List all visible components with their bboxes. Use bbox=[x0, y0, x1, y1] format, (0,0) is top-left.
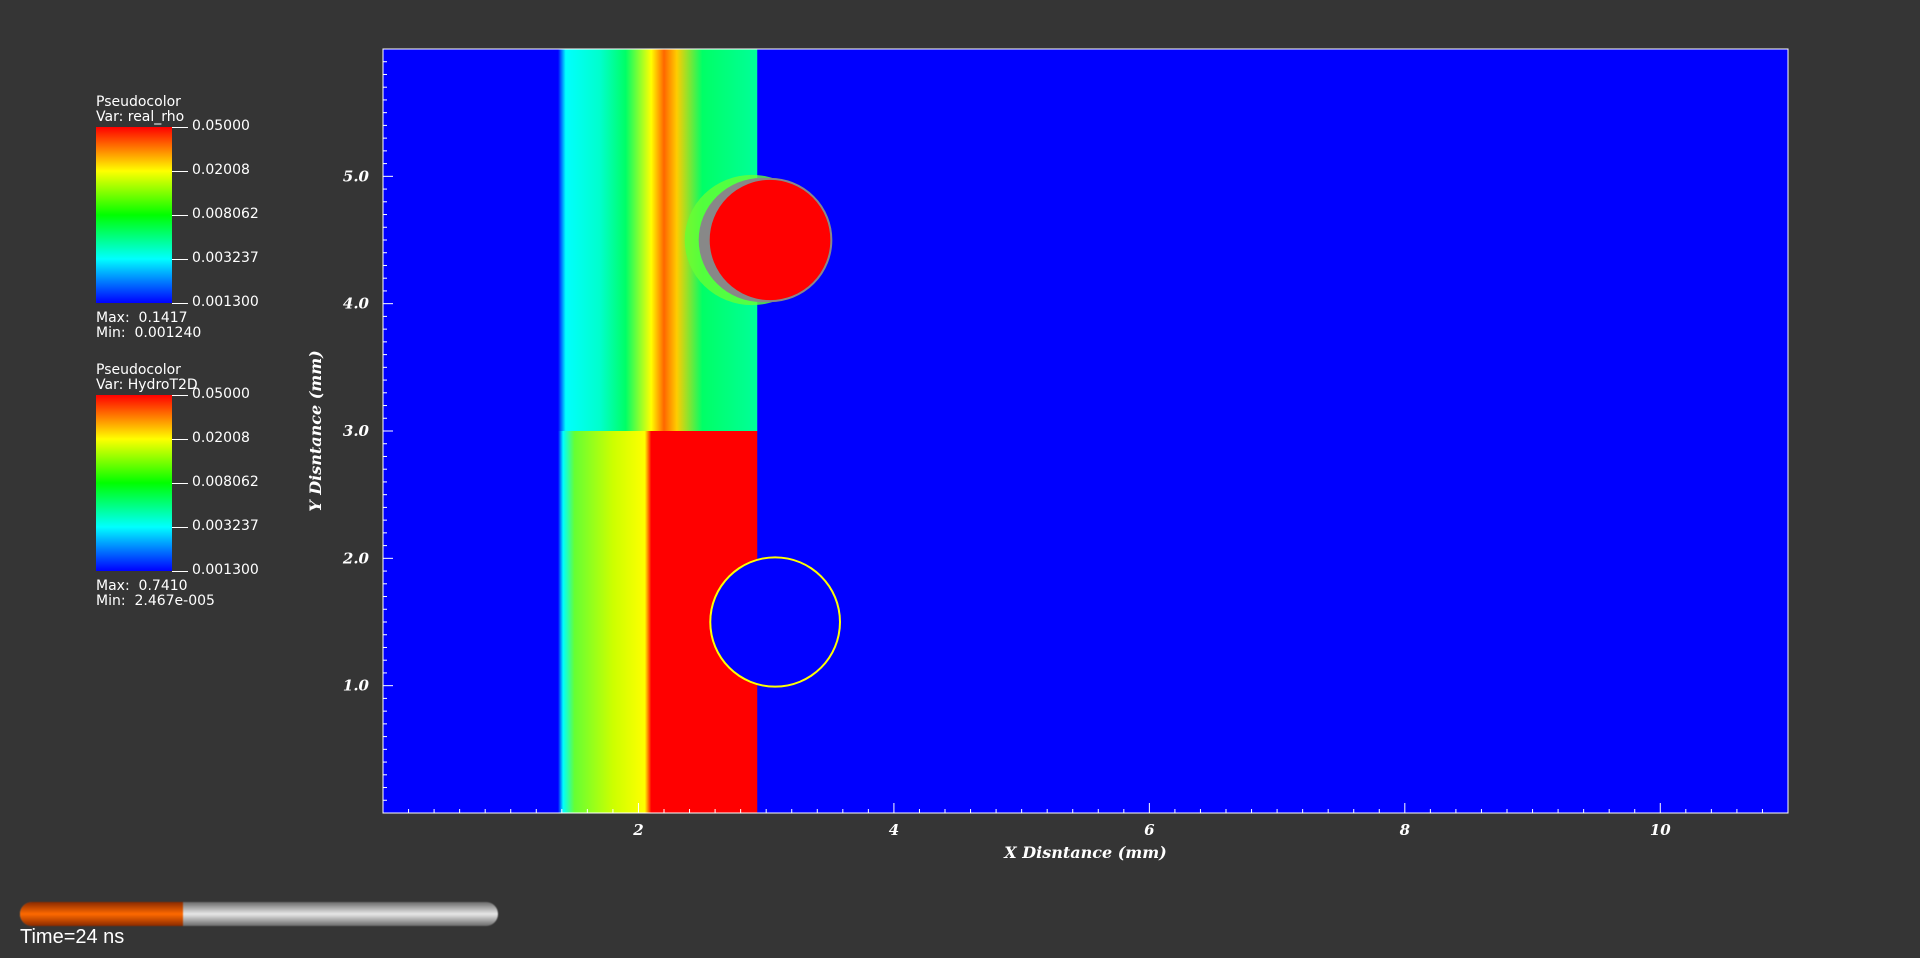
y-tick-label: 4.0 bbox=[343, 295, 370, 313]
y-tick-label: 5.0 bbox=[343, 167, 370, 185]
y-tick-label: 2.0 bbox=[342, 549, 370, 567]
plot-area bbox=[383, 49, 1788, 813]
x-tick-label: 2 bbox=[632, 821, 643, 839]
time-label: Time=24 ns bbox=[20, 926, 125, 948]
x-axis-title: X Disntance (mm) bbox=[1003, 843, 1166, 862]
cavity bbox=[711, 558, 839, 686]
y-tick-label: 1.0 bbox=[343, 677, 370, 695]
droplet bbox=[707, 177, 833, 303]
time-progress-bar bbox=[20, 902, 498, 926]
x-tick-label: 10 bbox=[1650, 821, 1671, 839]
x-tick-label: 6 bbox=[1144, 821, 1155, 839]
y-tick-label: 3.0 bbox=[343, 422, 370, 440]
y-axis-title: Y Disntance (mm) bbox=[306, 350, 325, 511]
x-tick-label: 4 bbox=[889, 821, 899, 839]
x-tick-label: 8 bbox=[1400, 821, 1411, 839]
plot-canvas[interactable]: 2 4 6 8 10 1.0 2.0 3.0 4.0 5.0 X Disntance (mm) Y D… bbox=[0, 0, 1920, 958]
time-progress-fill bbox=[20, 902, 183, 926]
